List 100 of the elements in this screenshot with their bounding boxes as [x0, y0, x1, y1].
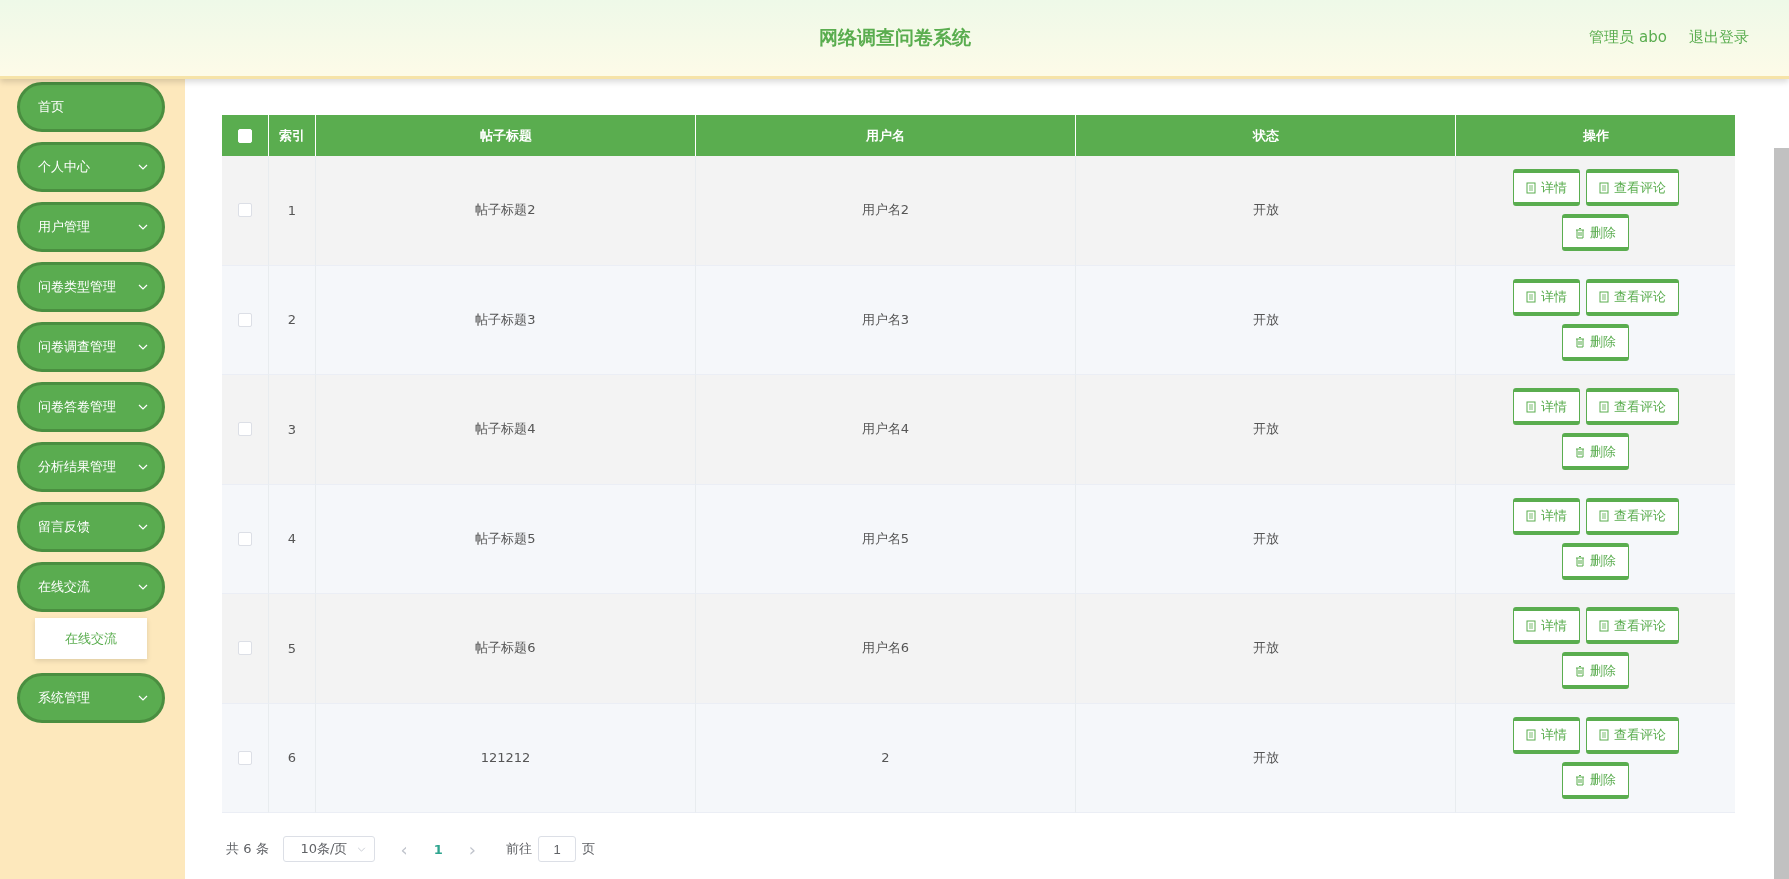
delete-button[interactable]: 删除 [1562, 652, 1629, 690]
table-cell: 4 [287, 531, 297, 547]
action-button[interactable]: 详情 [1512, 716, 1580, 754]
chevron-icon [138, 284, 148, 290]
menu-item[interactable]: 分析结果管理 [17, 442, 165, 492]
action-button[interactable]: 详情 [1512, 497, 1580, 535]
row-checkbox[interactable] [238, 750, 252, 765]
action-button[interactable]: 详情 [1512, 278, 1580, 316]
menu-item[interactable]: 用户管理 [17, 202, 165, 252]
action-button[interactable]: 查看评论 [1585, 607, 1679, 645]
table-cell: 帖子标题4 [475, 420, 536, 439]
menu-item[interactable]: 系统管理 [17, 673, 165, 723]
chevron-icon [138, 344, 148, 350]
menu-item[interactable]: 问卷调查管理 [17, 322, 165, 372]
delete-button[interactable]: 删除 [1562, 433, 1629, 471]
table-cell: 2 [287, 312, 297, 328]
trash-icon [1575, 555, 1585, 568]
table-cell: 用户名5 [861, 529, 910, 548]
document-icon [1525, 619, 1536, 632]
menu-item[interactable]: 首页 [17, 82, 165, 132]
action-button[interactable]: 查看评论 [1585, 716, 1679, 754]
table-cell: 开放 [1252, 748, 1279, 767]
chevron-icon [138, 224, 148, 230]
action-button[interactable]: 查看评论 [1585, 388, 1679, 426]
app-title: 网络调查问卷系统 [818, 25, 971, 50]
action-button[interactable]: 详情 [1512, 607, 1580, 645]
document-icon [1598, 181, 1609, 194]
row-checkbox[interactable] [238, 203, 252, 218]
action-button[interactable]: 查看评论 [1585, 278, 1679, 316]
user-label: 管理员 abo [1589, 28, 1667, 47]
table-cell: 帖子标题3 [475, 310, 536, 329]
select-all-checkbox[interactable] [238, 128, 252, 143]
row-checkbox[interactable] [238, 422, 252, 437]
table-cell: 用户名4 [861, 420, 910, 439]
document-icon [1525, 729, 1536, 742]
action-button[interactable]: 详情 [1512, 388, 1580, 426]
table-cell: 用户名3 [861, 310, 910, 329]
menu-item[interactable]: 问卷类型管理 [17, 262, 165, 312]
table-cell: 121212 [480, 750, 531, 766]
document-icon [1598, 400, 1609, 413]
menu-item[interactable]: 个人中心 [17, 142, 165, 192]
table-cell: 1 [287, 202, 297, 218]
delete-button[interactable]: 删除 [1562, 542, 1629, 580]
menu-item[interactable]: 留言反馈 [17, 502, 165, 552]
table-cell: 用户名2 [861, 201, 910, 220]
row-checkbox[interactable] [238, 312, 252, 327]
chevron-icon [138, 404, 148, 410]
trash-icon [1575, 664, 1585, 677]
trash-icon [1575, 774, 1585, 787]
table-cell: 帖子标题5 [475, 529, 536, 548]
document-icon [1525, 181, 1536, 194]
table-cell: 2 [881, 750, 890, 766]
delete-button[interactable]: 删除 [1562, 214, 1629, 252]
document-icon [1525, 400, 1536, 413]
column-header: 索引 [269, 115, 316, 156]
logout-link[interactable]: 退出登录 [1689, 28, 1749, 47]
action-button[interactable]: 查看评论 [1585, 497, 1679, 535]
page-unit: 页 [582, 840, 595, 858]
chevron-icon [138, 584, 148, 590]
table-cell: 6 [287, 750, 297, 766]
delete-button[interactable]: 删除 [1562, 761, 1629, 799]
delete-button[interactable]: 删除 [1562, 323, 1629, 361]
table-cell: 开放 [1252, 201, 1279, 220]
scrollbar[interactable] [1774, 148, 1789, 879]
table-cell: 帖子标题6 [475, 639, 536, 658]
table-cell: 用户名6 [861, 639, 910, 658]
action-button[interactable]: 查看评论 [1585, 169, 1679, 207]
table-cell: 帖子标题2 [475, 201, 536, 220]
page-size-select[interactable]: 10条/页 [282, 836, 375, 862]
table-cell: 开放 [1252, 529, 1279, 548]
document-icon [1525, 291, 1536, 304]
menu-item[interactable]: 问卷答卷管理 [17, 382, 165, 432]
document-icon [1598, 619, 1609, 632]
document-icon [1525, 510, 1536, 523]
prev-page-button[interactable]: ‹ [400, 838, 408, 860]
submenu-item[interactable]: 在线交流 [35, 618, 147, 659]
column-header: 操作 [1456, 115, 1735, 156]
trash-icon [1575, 445, 1585, 458]
row-checkbox[interactable] [238, 641, 252, 656]
document-icon [1598, 510, 1609, 523]
table-cell: 开放 [1252, 420, 1279, 439]
chevron-icon [138, 695, 148, 701]
table-cell: 5 [287, 640, 297, 656]
action-button[interactable]: 详情 [1512, 169, 1580, 207]
chevron-icon [356, 846, 366, 852]
page-number[interactable]: 1 [433, 841, 443, 857]
trash-icon [1575, 226, 1585, 239]
table-cell: 开放 [1252, 310, 1279, 329]
total-count: 共 6 条 [226, 840, 269, 858]
row-checkbox[interactable] [238, 531, 252, 546]
menu-item[interactable]: 在线交流 [17, 562, 165, 612]
chevron-icon [138, 164, 148, 170]
column-header: 用户名 [696, 115, 1076, 156]
trash-icon [1575, 336, 1585, 349]
next-page-button[interactable]: › [468, 838, 476, 860]
page-input[interactable]: 1 [538, 836, 576, 862]
goto-label: 前往 [506, 840, 532, 858]
table-cell: 开放 [1252, 639, 1279, 658]
document-icon [1598, 729, 1609, 742]
document-icon [1598, 291, 1609, 304]
